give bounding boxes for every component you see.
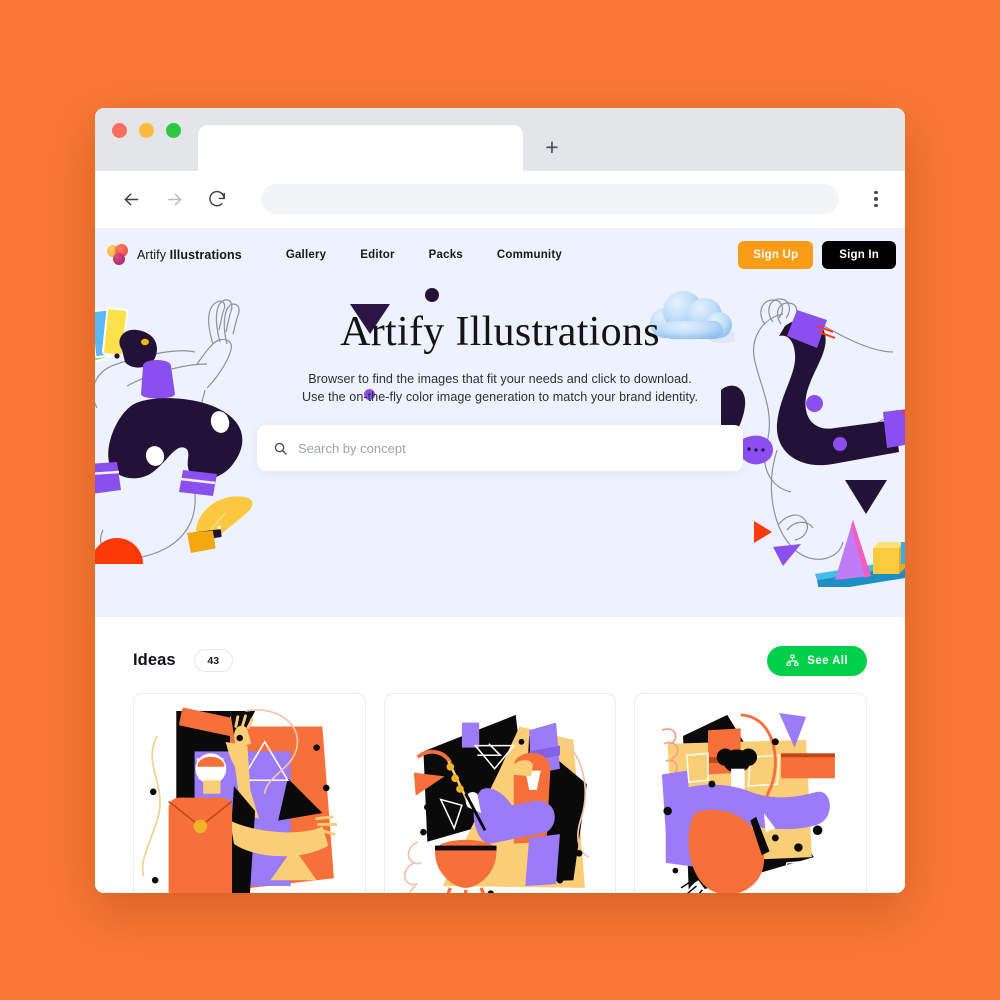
web-page: Artify Illustrations Gallery Editor Pack… [95, 227, 905, 893]
reload-button[interactable] [205, 187, 229, 211]
artify-logo-icon [107, 243, 129, 266]
see-all-label: See All [807, 654, 848, 667]
page-title: Artify Illustrations [340, 308, 660, 355]
minimize-window-button[interactable] [139, 122, 154, 138]
back-button[interactable] [119, 187, 143, 211]
browser-menu-button[interactable] [865, 188, 887, 210]
nav-link-community[interactable]: Community [497, 249, 562, 261]
site-navbar: Artify Illustrations Gallery Editor Pack… [95, 227, 905, 282]
close-window-button[interactable] [112, 122, 127, 138]
see-all-button[interactable]: See All [767, 645, 867, 676]
nav-link-editor[interactable]: Editor [360, 249, 394, 261]
browser-window: + Artify Illustrations Gallery Editor Pa… [95, 107, 905, 893]
section-title: Ideas [133, 651, 176, 669]
idea-card[interactable] [383, 692, 617, 893]
ideas-section: Ideas 43 See All [95, 616, 905, 893]
reload-icon [209, 190, 225, 207]
brand-name: Artify Illustrations [137, 247, 242, 262]
kebab-dot [874, 190, 878, 195]
sitemap-icon [786, 654, 799, 666]
idea-card[interactable] [133, 692, 366, 893]
ideas-header: Ideas 43 See All [133, 639, 867, 683]
ideas-count-badge: 43 [193, 649, 233, 672]
forward-button[interactable] [162, 187, 186, 211]
window-controls [112, 108, 181, 171]
arrow-left-icon [124, 193, 138, 205]
browser-tabstrip: + [95, 107, 905, 171]
browser-tab[interactable] [198, 124, 523, 171]
hero-section: Artify Illustrations Browser to find the… [95, 281, 905, 617]
kebab-dot [874, 197, 878, 201]
idea-illustration-2 [384, 697, 616, 893]
browser-toolbar [95, 170, 905, 228]
hero-subtitle: Browser to find the images that fit your… [302, 370, 698, 407]
nav-links: Gallery Editor Packs Community [286, 249, 562, 261]
brand-name-bold: Illustrations [169, 247, 242, 262]
maximize-window-button[interactable] [166, 122, 181, 138]
arrow-right-icon [167, 193, 181, 205]
sign-up-button[interactable]: Sign Up [738, 240, 814, 269]
ideas-card-grid [133, 692, 868, 893]
kebab-dot [874, 203, 878, 208]
search-input[interactable] [298, 440, 727, 456]
hero-content: Artify Illustrations Browser to find the… [95, 282, 905, 472]
nav-actions: Sign Up Sign In [738, 240, 896, 269]
search-box[interactable] [257, 425, 743, 472]
idea-card[interactable] [634, 692, 868, 893]
idea-illustration-3 [635, 697, 867, 893]
search-icon [274, 442, 287, 455]
sign-in-button[interactable]: Sign In [822, 240, 896, 269]
hero-subtitle-line2: Use the on-the-fly color image generatio… [301, 389, 699, 404]
brand[interactable]: Artify Illustrations [107, 243, 242, 266]
nav-link-gallery[interactable]: Gallery [286, 249, 326, 261]
address-bar[interactable] [261, 184, 839, 214]
play-triangle-decoration [754, 520, 772, 543]
idea-illustration-1 [134, 697, 365, 893]
hero-subtitle-line1: Browser to find the images that fit your… [308, 371, 692, 386]
nav-link-packs[interactable]: Packs [429, 249, 463, 261]
new-tab-button[interactable]: + [535, 131, 569, 165]
